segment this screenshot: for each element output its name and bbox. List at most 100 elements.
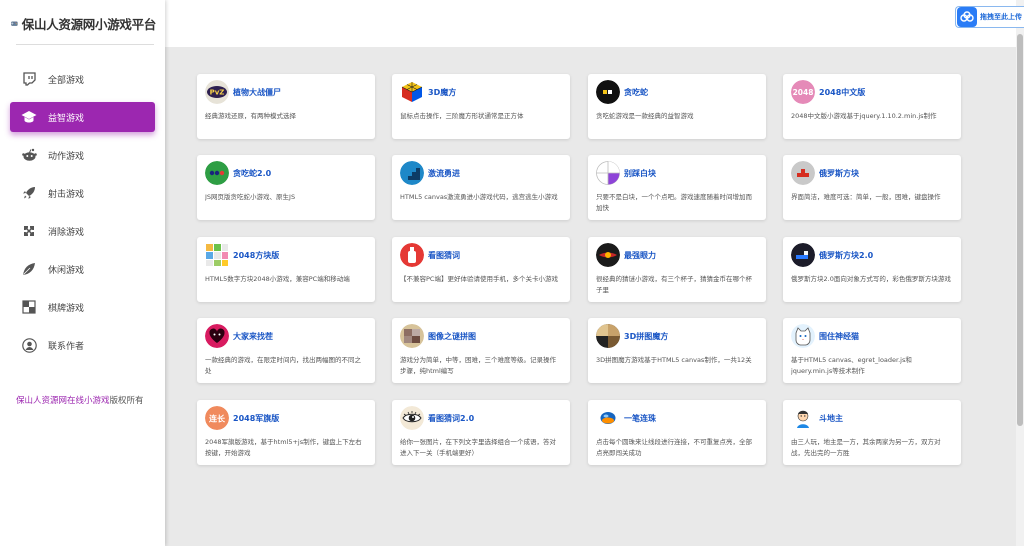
- sidebar-item-casual-games[interactable]: 休闲游戏: [10, 254, 155, 284]
- stairs-icon: [400, 161, 424, 185]
- rocket-icon: [20, 184, 38, 202]
- sidebar-item-label: 全部游戏: [48, 75, 85, 86]
- cube-puzzle-icon: [596, 324, 620, 348]
- game-card-3d-puzzle[interactable]: 3D拼图魔方 3D拼图魔方游戏基于HTML5 canvas制作，一共12关: [588, 318, 766, 383]
- game-desc: HTML5数字方块2048小游戏，兼容PC端和移动端: [205, 275, 350, 283]
- game-desc: 给你一张图片，在下列文字里选择组合一个成语，答对进入下一关（手机端更好）: [400, 438, 556, 457]
- game-title: 植物大战僵尸: [233, 87, 281, 97]
- scrollbar-thumb[interactable]: [1017, 34, 1023, 426]
- landlord-icon: [791, 406, 815, 430]
- game-desc: 由三人玩，地主是一方，其余两家为另一方，双方对战，先出完的一方胜: [791, 438, 941, 457]
- game-card-spot-diff[interactable]: 大家来找茬 一款经典的游戏，在限定时间内，找出两幅图的不同之处: [197, 318, 375, 383]
- game-card-landlord[interactable]: 斗地主 由三人玩，地主是一方，其余两家为另一方，双方对战，先出完的一方胜: [783, 400, 961, 465]
- brand-title: 保山人资源网小游戏平台: [21, 17, 157, 32]
- game-card-tetris[interactable]: 俄罗斯方块 界面简洁，难度可选：简单，一般，困难，键盘操作: [783, 155, 961, 220]
- game-desc: 很经典的猜谜小游戏，有三个杯子，猜猜金币在哪个杯子里: [596, 275, 752, 294]
- game-desc: 俄罗斯方块2.0面向对象方式写的，彩色俄罗斯方块游戏: [791, 275, 951, 283]
- sidebar: 保山人资源网小游戏平台 全部游戏 益智游戏 动作游戏 射击游戏 消除游戏 休闲游…: [0, 0, 165, 546]
- game-title: 俄罗斯方块2.0: [819, 250, 874, 260]
- game-desc: JS网页版贪吃蛇小游戏、原生JS: [205, 193, 296, 201]
- game-card-rapids[interactable]: 激流勇进 HTML5 canvas激流勇进小游戏代码，逃宫逃生小游戏: [392, 155, 570, 220]
- snake2-icon: [205, 161, 229, 185]
- sidebar-item-shooting-games[interactable]: 射击游戏: [10, 178, 155, 208]
- game-desc: 界面简洁，难度可选：简单，一般，困难，键盘操作: [791, 193, 941, 201]
- game-desc: 点击每个圆珠来让线段进行连接，不可重复点亮，全部点亮即闯关成功: [596, 438, 752, 457]
- game-title: 贪吃蛇: [624, 87, 648, 97]
- game-title: 看图猜词: [428, 250, 460, 260]
- game-title: 2048军旗版: [233, 413, 280, 423]
- upload-drop-widget[interactable]: 拖拽至此上传: [955, 6, 1024, 28]
- chess-icon: [20, 298, 38, 316]
- game-card-eyesight[interactable]: 最强眼力 很经典的猜谜小游戏，有三个杯子，猜猜金币在哪个杯子里: [588, 237, 766, 302]
- game-card-image-puzzle[interactable]: 图像之谜拼图 游戏分为简单，中等，困难，三个难度等级。记录操作步骤，纯html编…: [392, 318, 570, 383]
- game-card-2048-chinese[interactable]: 2048 2048中文版 2048中文版小游戏基于jquery.1.10.2.m…: [783, 74, 961, 139]
- twitch-icon: [20, 70, 38, 88]
- rubiks-cube-icon: [400, 80, 424, 104]
- sidebar-item-label: 消除游戏: [48, 227, 85, 238]
- sidebar-item-label: 棋牌游戏: [48, 303, 85, 314]
- game-card-tetris2[interactable]: 俄罗斯方块2.0 俄罗斯方块2.0面向对象方式写的，彩色俄罗斯方块游戏: [783, 237, 961, 302]
- game-desc: 鼠标点击操作，三阶魔方形状通常是正方体: [400, 112, 524, 120]
- eye-icon: [596, 243, 620, 267]
- tiles-icon: [596, 161, 620, 185]
- game-desc: 2048军旗版游戏，基于html5+js制作，键盘上下左右按键，开始游戏: [205, 438, 362, 457]
- game-title: 2048方块版: [233, 250, 280, 260]
- game-title: 3D拼图魔方: [624, 331, 669, 341]
- game-card-guess-word[interactable]: 看图猜词 【不兼容PC端】更好体验请使用手机，多个关卡小游戏: [392, 237, 570, 302]
- game-desc: 基于HTML5 canvas、egret_loader.js和jquery.mi…: [791, 356, 912, 375]
- sidebar-item-label: 休闲游戏: [48, 265, 85, 276]
- snake-icon: [596, 80, 620, 104]
- sidebar-item-label: 益智游戏: [48, 113, 85, 124]
- sidebar-item-board-games[interactable]: 棋牌游戏: [10, 292, 155, 322]
- sidebar-item-puzzle-games[interactable]: 益智游戏: [10, 102, 155, 132]
- army-icon: 连长: [205, 406, 229, 430]
- game-card-guess-word2[interactable]: 看图猜词2.0 给你一张图片，在下列文字里选择组合一个成语，答对进入下一关（手机…: [392, 400, 570, 465]
- main-content: PvZ 植物大战僵尸 经典游戏还原，有两种模式选择 3D魔方 鼠标点击操作，三阶…: [165, 0, 1016, 546]
- footer-suffix: 版权所有: [109, 396, 144, 406]
- gamepad-icon: [11, 21, 18, 26]
- svg-text:PvZ: PvZ: [210, 89, 225, 97]
- jigsaw-icon: [400, 324, 424, 348]
- game-card-cat[interactable]: 围住神经猫 基于HTML5 canvas、egret_loader.js和jqu…: [783, 318, 961, 383]
- heart-icon: [205, 324, 229, 348]
- game-card-tiles[interactable]: 别踩白块 只要不是白块，一个个点吧。游戏速度随着时间增加而加快: [588, 155, 766, 220]
- svg-text:2048: 2048: [793, 88, 814, 97]
- sidebar-item-match-games[interactable]: 消除游戏: [10, 216, 155, 246]
- game-card-one-stroke[interactable]: 一笔连珠 点击每个圆珠来让线段进行连接，不可重复点亮，全部点亮即闯关成功: [588, 400, 766, 465]
- sidebar-item-contact-author[interactable]: 联系作者: [10, 330, 155, 360]
- sidebar-item-label: 射击游戏: [48, 189, 85, 200]
- leaf-icon: [20, 260, 38, 278]
- footer-copyright: 保山人资源网在线小游戏版权所有: [16, 394, 144, 406]
- orb-icon: [596, 406, 620, 430]
- game-title: 最强眼力: [624, 250, 656, 260]
- game-desc: HTML5 canvas激流勇进小游戏代码，逃宫逃生小游戏: [400, 193, 558, 201]
- cat-icon: [791, 324, 815, 348]
- game-desc: 一款经典的游戏，在限定时间内，找出两幅图的不同之处: [205, 356, 361, 375]
- game-card-2048-block[interactable]: 2048方块版 HTML5数字方块2048小游戏，兼容PC端和移动端: [197, 237, 375, 302]
- 2048-icon: 2048: [791, 80, 815, 104]
- game-card-2048-army[interactable]: 连长 2048军旗版 2048军旗版游戏，基于html5+js制作，键盘上下左右…: [197, 400, 375, 465]
- game-title: 围住神经猫: [819, 331, 859, 341]
- sidebar-item-label: 动作游戏: [48, 151, 85, 162]
- brand[interactable]: 保山人资源网小游戏平台: [11, 14, 156, 33]
- game-card-pvz[interactable]: PvZ 植物大战僵尸 经典游戏还原，有两种模式选择: [197, 74, 375, 139]
- game-title: 斗地主: [819, 413, 843, 423]
- svg-text:连长: 连长: [209, 414, 226, 424]
- game-card-rubiks[interactable]: 3D魔方 鼠标点击操作，三阶魔方形状通常是正方体: [392, 74, 570, 139]
- sidebar-item-all-games[interactable]: 全部游戏: [10, 64, 155, 94]
- cloud-upload-icon: [957, 7, 977, 27]
- footer-link[interactable]: 保山人资源网在线小游戏: [16, 396, 110, 406]
- page-scrollbar[interactable]: [1016, 0, 1024, 546]
- game-title: 俄罗斯方块: [819, 168, 859, 178]
- game-card-snake2[interactable]: 贪吃蛇2.0 JS网页版贪吃蛇小游戏、原生JS: [197, 155, 375, 220]
- sidebar-item-action-games[interactable]: 动作游戏: [10, 140, 155, 170]
- game-title: 3D魔方: [428, 87, 457, 97]
- game-title: 激流勇进: [428, 168, 460, 178]
- tetris-icon: [791, 161, 815, 185]
- game-desc: 2048中文版小游戏基于jquery.1.10.2.min.js制作: [791, 112, 937, 120]
- game-desc: 游戏分为简单，中等，困难，三个难度等级。记录操作步骤，纯html编写: [400, 356, 556, 375]
- 2048-grid-icon: [205, 243, 229, 267]
- divider: [16, 44, 154, 45]
- game-card-snake[interactable]: 贪吃蛇 贪吃蛇游戏是一款经典的益智游戏: [588, 74, 766, 139]
- game-title: 图像之谜拼图: [428, 331, 476, 341]
